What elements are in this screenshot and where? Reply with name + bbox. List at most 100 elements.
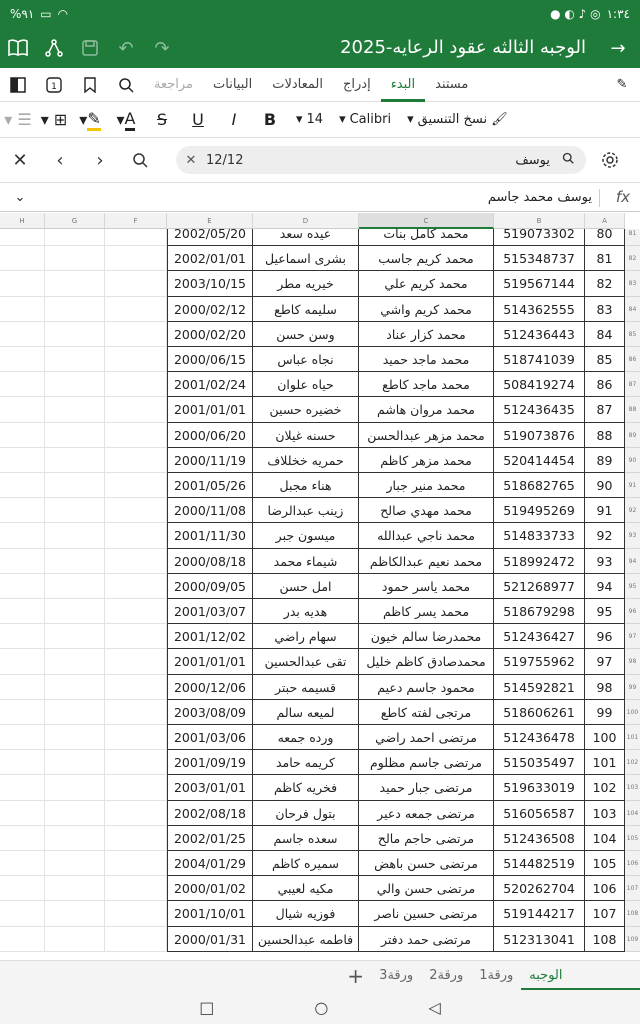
- cell-id[interactable]: 518682765: [494, 473, 585, 499]
- cell-mother[interactable]: وسن حسن: [253, 321, 359, 347]
- cell-empty[interactable]: [105, 246, 167, 272]
- redo-icon[interactable]: ↷: [144, 28, 180, 68]
- row-header[interactable]: 100: [625, 699, 640, 725]
- back-arrow-icon[interactable]: →: [600, 28, 636, 68]
- cell-empty[interactable]: [0, 498, 45, 524]
- cell-name[interactable]: محمد ناجي عبدالله: [359, 523, 494, 549]
- cell-name[interactable]: محمد كريم واشي: [359, 296, 494, 322]
- undo-icon[interactable]: ↶: [108, 28, 144, 68]
- row-header[interactable]: 101: [625, 725, 640, 751]
- cell-id[interactable]: 514592821: [494, 674, 585, 700]
- cell-date[interactable]: 2004/01/29: [167, 851, 253, 877]
- cell-empty[interactable]: [0, 296, 45, 322]
- cell-date[interactable]: 2002/01/25: [167, 825, 253, 851]
- cell-name[interactable]: مرتضى جمعه دعير: [359, 800, 494, 826]
- cell-empty[interactable]: [0, 573, 45, 599]
- cell-empty[interactable]: [0, 699, 45, 725]
- cell-empty[interactable]: [45, 321, 105, 347]
- clear-search-icon[interactable]: ✕: [176, 153, 206, 168]
- cell-empty[interactable]: [45, 825, 105, 851]
- cell-n[interactable]: 100: [585, 725, 625, 751]
- cell-date[interactable]: 2003/08/09: [167, 699, 253, 725]
- cell-date[interactable]: 2000/01/02: [167, 876, 253, 902]
- tab-home[interactable]: البدء: [380, 68, 426, 102]
- cell-mother[interactable]: شيماء محمد: [253, 548, 359, 574]
- cell-empty[interactable]: [45, 901, 105, 927]
- chevron-down-icon[interactable]: ⌄: [0, 190, 40, 205]
- cell-name[interactable]: مرتضى حسن والي: [359, 876, 494, 902]
- bold-icon[interactable]: B: [252, 102, 288, 138]
- cell-id[interactable]: 514362555: [494, 296, 585, 322]
- cell-empty[interactable]: [105, 851, 167, 877]
- cell-empty[interactable]: [0, 397, 45, 423]
- row-header[interactable]: 106: [625, 851, 640, 877]
- cell-n[interactable]: 107: [585, 901, 625, 927]
- cell-mother[interactable]: مكيه لعيبي: [253, 876, 359, 902]
- cell-id[interactable]: 519633019: [494, 775, 585, 801]
- cell-n[interactable]: 101: [585, 750, 625, 776]
- cell-empty[interactable]: [105, 725, 167, 751]
- sheet-tab-main[interactable]: الوجبه الثالثه-2025: [521, 962, 640, 1011]
- cell-n[interactable]: 82: [585, 271, 625, 297]
- cell-empty[interactable]: [0, 624, 45, 650]
- cell-empty[interactable]: [105, 523, 167, 549]
- cell-id[interactable]: 512436427: [494, 624, 585, 650]
- cell-empty[interactable]: [0, 599, 45, 625]
- cell-date[interactable]: 2002/01/01: [167, 246, 253, 272]
- cell-empty[interactable]: [45, 246, 105, 272]
- cell-empty[interactable]: [0, 473, 45, 499]
- cell-id[interactable]: 519755962: [494, 649, 585, 675]
- cell-date[interactable]: 2001/03/07: [167, 599, 253, 625]
- cell-date[interactable]: 2001/10/01: [167, 901, 253, 927]
- cell-mother[interactable]: حياه علوان: [253, 372, 359, 398]
- column-header-a[interactable]: A: [585, 213, 625, 229]
- cell-empty[interactable]: [105, 548, 167, 574]
- cell-mother[interactable]: بشرى اسماعيل: [253, 246, 359, 272]
- cell-id[interactable]: 519073302: [494, 229, 585, 247]
- italic-icon[interactable]: I: [216, 102, 252, 138]
- cell-empty[interactable]: [105, 573, 167, 599]
- cell-mother[interactable]: خضيره حسين: [253, 397, 359, 423]
- cell-date[interactable]: 2001/11/30: [167, 523, 253, 549]
- cell-empty[interactable]: [105, 447, 167, 473]
- recents-icon[interactable]: □: [199, 998, 214, 1017]
- cell-id[interactable]: 519073876: [494, 422, 585, 448]
- add-sheet-button[interactable]: +: [340, 964, 371, 988]
- cell-name[interactable]: مرتجى لفته كاطع: [359, 699, 494, 725]
- cell-date[interactable]: 2001/12/02: [167, 624, 253, 650]
- cell-empty[interactable]: [45, 422, 105, 448]
- cell-empty[interactable]: [105, 876, 167, 902]
- cell-date[interactable]: 2001/09/19: [167, 750, 253, 776]
- function-icon[interactable]: fx: [616, 188, 630, 206]
- cell-mother[interactable]: ميسون جبر: [253, 523, 359, 549]
- cell-name[interactable]: محمد مروان هاشم: [359, 397, 494, 423]
- cell-empty[interactable]: [105, 296, 167, 322]
- cell-n[interactable]: 98: [585, 674, 625, 700]
- sheet-tab-3[interactable]: ورقة3: [371, 968, 421, 983]
- cell-name[interactable]: محمدرضا سالم خيون: [359, 624, 494, 650]
- sheet-tab-2[interactable]: ورقة2: [421, 968, 471, 983]
- cell-mother[interactable]: فاطمه عبدالحسين: [253, 926, 359, 952]
- row-header[interactable]: 97: [625, 624, 640, 650]
- cell-n[interactable]: 88: [585, 422, 625, 448]
- cell-empty[interactable]: [0, 876, 45, 902]
- cell-empty[interactable]: [0, 246, 45, 272]
- row-header[interactable]: 86: [625, 347, 640, 373]
- column-header-c[interactable]: C: [359, 213, 494, 229]
- cell-empty[interactable]: [45, 523, 105, 549]
- row-header[interactable]: 102: [625, 750, 640, 776]
- cell-id[interactable]: 520262704: [494, 876, 585, 902]
- cell-date[interactable]: 2001/05/26: [167, 473, 253, 499]
- cell-n[interactable]: 89: [585, 447, 625, 473]
- cell-date[interactable]: 2000/06/20: [167, 422, 253, 448]
- cell-n[interactable]: 86: [585, 372, 625, 398]
- row-header[interactable]: 81: [625, 229, 640, 247]
- tab-insert[interactable]: إدراج: [333, 68, 381, 102]
- page-count-icon[interactable]: 1: [36, 68, 72, 102]
- cell-id[interactable]: 512436478: [494, 725, 585, 751]
- cell-name[interactable]: محمد مهدي صالح: [359, 498, 494, 524]
- column-header-b[interactable]: B: [494, 213, 585, 229]
- cell-empty[interactable]: [45, 649, 105, 675]
- cell-mother[interactable]: سليمه كاطع: [253, 296, 359, 322]
- cell-empty[interactable]: [105, 372, 167, 398]
